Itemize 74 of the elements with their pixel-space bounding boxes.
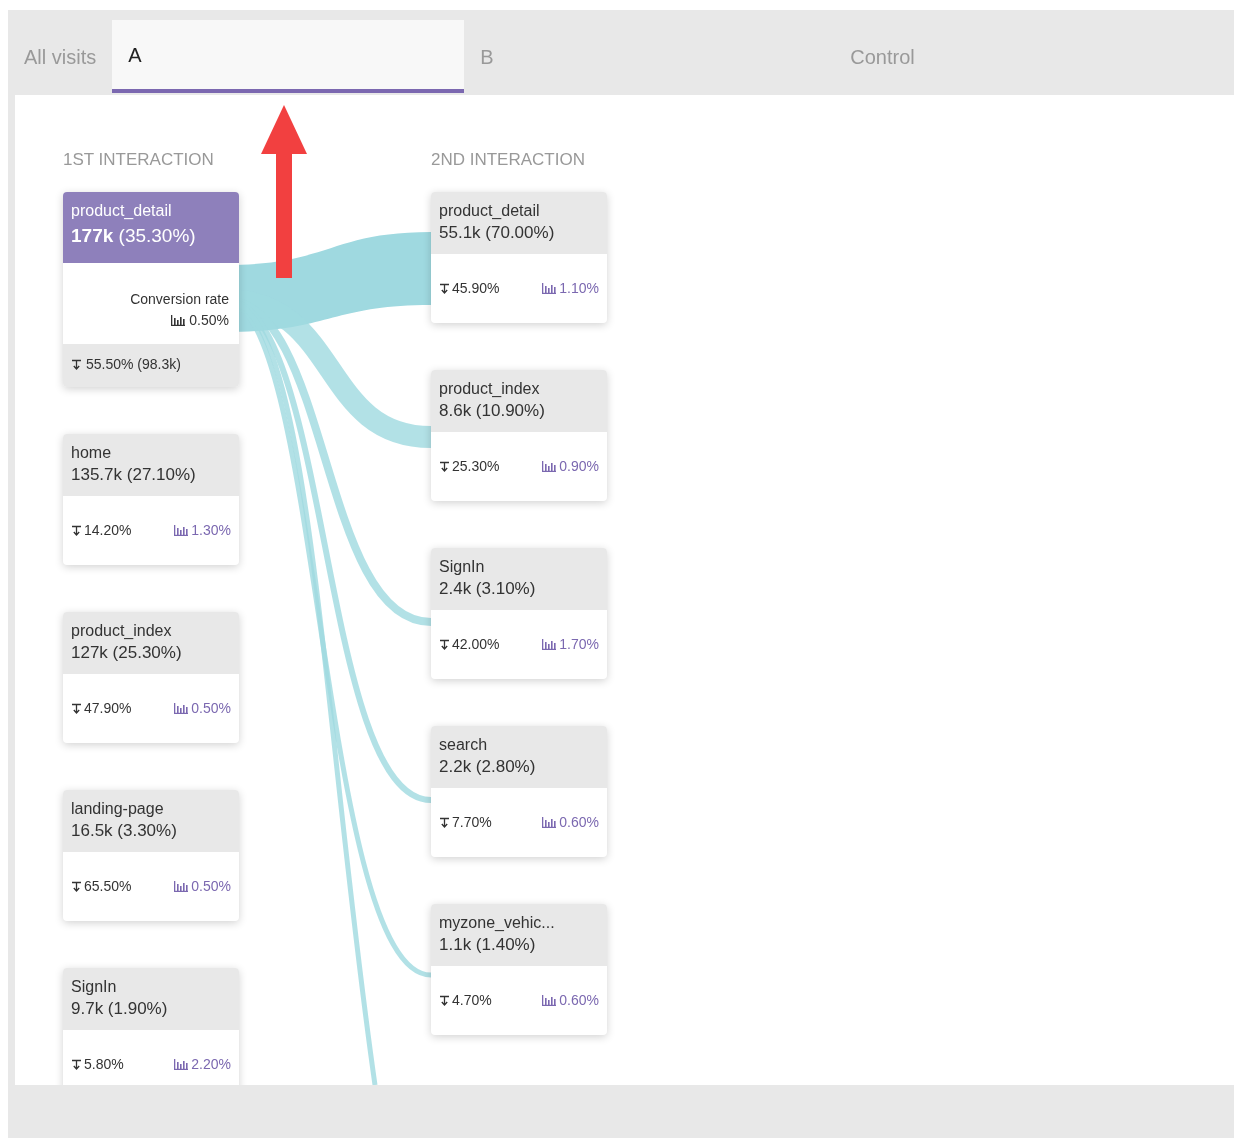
bar-chart-icon <box>174 881 189 892</box>
column-title: 2ND INTERACTION <box>431 149 586 167</box>
exit-icon <box>71 525 82 536</box>
exit-icon <box>439 817 450 828</box>
node-count: 127k (25.30%) <box>71 642 183 664</box>
conversion-rate: 1.70% <box>559 635 599 654</box>
node-card[interactable]: product_index 127k (25.30%) 47.90% 0.50% <box>63 612 239 743</box>
tab[interactable]: A <box>112 20 465 93</box>
exit-rate: 4.70% <box>452 991 492 1010</box>
conversion-label: Conversion rate <box>129 290 229 309</box>
node-name: myzone_vehic... <box>439 913 556 933</box>
node-name: search <box>439 735 489 755</box>
exit-icon <box>71 881 82 892</box>
node-count: 2.2k (2.80%) <box>439 756 537 778</box>
exit-rate: 47.90% <box>84 699 132 718</box>
node-count: 8.6k (10.90%) <box>439 400 546 422</box>
bar-chart-icon <box>171 315 186 326</box>
column-title: 1ST INTERACTION <box>63 149 215 167</box>
exit-rate: 5.80% <box>84 1055 124 1074</box>
node-count: 135.7k (27.10%) <box>71 464 197 486</box>
exit-icon <box>71 703 82 714</box>
exit-rate: 42.00% <box>452 635 500 654</box>
node-card[interactable]: home 135.7k (27.10%) 14.20% 1.30% <box>63 434 239 565</box>
conversion-rate: 0.60% <box>559 813 599 832</box>
node-name: home <box>71 443 113 463</box>
conversion-rate: 0.50% <box>191 699 231 718</box>
bar-chart-icon <box>542 995 557 1006</box>
node-card[interactable]: product_detail 177k (35.30%) Conversion rate 0.50% 55.50% (98.3k) <box>63 192 239 387</box>
exit-icon <box>71 359 82 370</box>
exit-rate: 55.50% (98.3k) <box>86 355 181 374</box>
exit-icon <box>439 461 450 472</box>
conversion-rate: 2.20% <box>191 1055 231 1074</box>
conversion-rate: 0.50% <box>189 311 229 330</box>
node-card[interactable]: search 2.2k (2.80%) 7.70% 0.60% <box>431 726 607 857</box>
conversion-rate: 0.60% <box>559 991 599 1010</box>
exit-rate: 14.20% <box>84 521 132 540</box>
node-name: SignIn <box>439 557 486 577</box>
node-name: product_index <box>71 621 173 641</box>
bar-chart-icon <box>542 817 557 828</box>
node-count: 1.1k (1.40%) <box>439 934 537 956</box>
node-card[interactable]: landing-page 16.5k (3.30%) 65.50% 0.50% <box>63 790 239 921</box>
node-name: product_detail <box>439 201 541 221</box>
node-count: 9.7k (1.90%) <box>71 998 169 1020</box>
node-card[interactable]: SignIn 2.4k (3.10%) 42.00% 1.70% <box>431 548 607 679</box>
exit-icon <box>439 283 450 294</box>
bar-chart-icon <box>542 461 557 472</box>
node-name: product_index <box>439 379 541 399</box>
node-card[interactable]: myzone_vehic... 1.1k (1.40%) 4.70% 0.60% <box>431 904 607 1035</box>
node-name: landing-page <box>71 799 165 819</box>
node-count: 16.5k (3.30%) <box>71 820 178 842</box>
conversion-rate: 1.10% <box>559 279 599 298</box>
node-name: SignIn <box>71 977 118 997</box>
bar-chart-icon <box>542 283 557 294</box>
exit-icon <box>439 995 450 1006</box>
node-card[interactable]: product_detail 55.1k (70.00%) 45.90% 1.10% <box>431 192 607 323</box>
bar-chart-icon <box>174 703 189 714</box>
exit-icon <box>439 639 450 650</box>
bar-chart-icon <box>174 525 189 536</box>
exit-rate: 25.30% <box>452 457 500 476</box>
bar-chart-icon <box>174 1059 189 1070</box>
node-name: product_detail <box>71 201 173 221</box>
node-count: 2.4k (3.10%) <box>439 578 537 600</box>
node-count: 177k (35.30%) <box>71 224 197 248</box>
exit-rate: 7.70% <box>452 813 492 832</box>
conversion-rate: 0.50% <box>191 877 231 896</box>
exit-rate: 65.50% <box>84 877 132 896</box>
conversion-rate: 1.30% <box>191 521 231 540</box>
exit-rate: 45.90% <box>452 279 500 298</box>
bar-chart-icon <box>542 639 557 650</box>
exit-icon <box>71 1059 82 1070</box>
node-card[interactable]: SignIn 9.7k (1.90%) 5.80% 2.20% <box>63 968 239 1085</box>
node-card[interactable]: product_index 8.6k (10.90%) 25.30% 0.90% <box>431 370 607 501</box>
conversion-rate: 0.90% <box>559 457 599 476</box>
node-count: 55.1k (70.00%) <box>439 222 556 244</box>
